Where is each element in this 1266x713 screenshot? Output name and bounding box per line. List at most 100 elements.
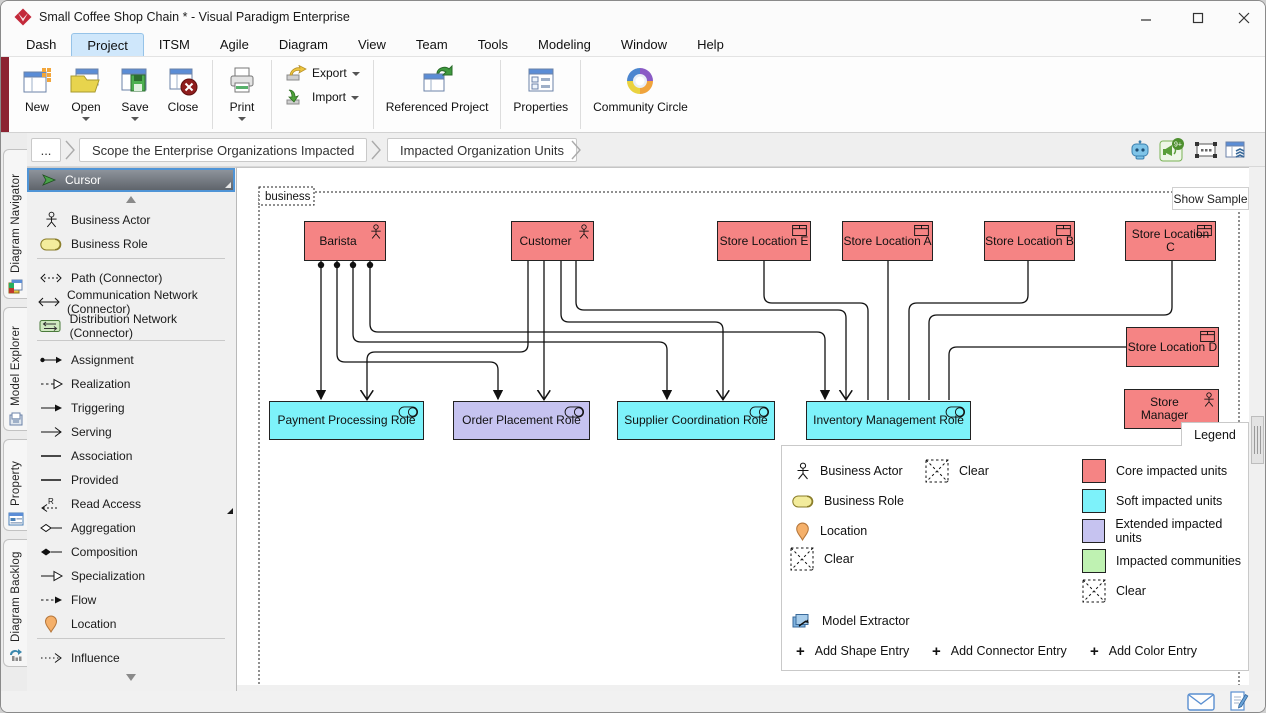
connector-customer-supplier[interactable] <box>561 261 723 399</box>
menu-diagram[interactable]: Diagram <box>264 33 343 56</box>
legend-impacted-communities[interactable]: Impacted communities <box>1082 546 1241 576</box>
close-window-button[interactable] <box>1227 7 1261 29</box>
legend-soft-impacted[interactable]: Soft impacted units <box>1082 486 1222 516</box>
tab-property[interactable]: Property <box>3 439 27 531</box>
maximize-button[interactable] <box>1181 7 1215 29</box>
node-store-location-e[interactable]: Store Location E <box>717 221 811 261</box>
legend-title-tab[interactable]: Legend <box>1181 422 1249 446</box>
palette-location[interactable]: Location <box>27 612 235 636</box>
palette-flow[interactable]: Flow <box>27 588 235 612</box>
layers-panel-button[interactable] <box>1223 138 1249 162</box>
palette-distribution-network[interactable]: Distribution Network (Connector) <box>27 314 235 338</box>
tab-diagram-backlog[interactable]: Diagram Backlog <box>3 539 27 667</box>
connector-storeE-inventory[interactable] <box>764 261 868 400</box>
diagram-canvas[interactable]: business <box>237 167 1249 685</box>
node-store-location-b[interactable]: Store Location B <box>984 221 1075 261</box>
breadcrumb-item-impacted[interactable]: Impacted Organization Units <box>387 138 577 162</box>
menu-help[interactable]: Help <box>682 33 739 56</box>
export-button[interactable]: Export <box>285 65 360 81</box>
export-dropdown-caret-icon[interactable] <box>352 72 360 76</box>
save-button[interactable]: Save <box>111 57 159 132</box>
palette-scroll-down[interactable] <box>27 674 235 681</box>
legend-business-role[interactable]: Business Role <box>792 486 904 516</box>
palette-business-actor[interactable]: Business Actor <box>27 208 235 232</box>
palette-assignment[interactable]: Assignment <box>27 348 235 372</box>
palette-aggregation[interactable]: Aggregation <box>27 516 235 540</box>
connector-barista-order[interactable] <box>337 261 498 399</box>
menu-view[interactable]: View <box>343 33 401 56</box>
open-button[interactable]: Open <box>61 57 111 132</box>
menu-itsm[interactable]: ITSM <box>144 33 205 56</box>
palette-path-connector[interactable]: Path (Connector) <box>27 266 235 290</box>
canvas-vertical-scrollbar[interactable] <box>1251 416 1264 464</box>
palette-influence[interactable]: Influence <box>27 646 235 670</box>
legend-business-actor[interactable]: Business Actor <box>796 456 903 486</box>
print-dropdown-caret-icon[interactable] <box>238 117 246 121</box>
node-payment-processing-role[interactable]: Payment Processing Role <box>269 401 424 440</box>
breadcrumb-item-scope[interactable]: Scope the Enterprise Organizations Impac… <box>79 138 367 162</box>
save-dropdown-caret-icon[interactable] <box>131 117 139 121</box>
legend-color-clear[interactable]: Clear <box>1082 576 1146 606</box>
connector-barista-supplier[interactable] <box>353 261 667 399</box>
show-sample-button[interactable]: Show Sample <box>1172 187 1249 210</box>
node-barista[interactable]: Barista <box>304 221 386 261</box>
legend-extended-impacted[interactable]: Extended impacted units <box>1082 516 1248 546</box>
legend-connector-clear[interactable]: Clear <box>925 456 989 486</box>
connector-barista-inventory[interactable] <box>370 261 825 399</box>
connector-customer-payment[interactable] <box>367 261 528 399</box>
minimize-button[interactable] <box>1129 7 1163 29</box>
legend-location[interactable]: Location <box>795 516 867 546</box>
add-connector-entry-button[interactable]: + Add Connector Entry <box>932 636 1067 666</box>
open-dropdown-caret-icon[interactable] <box>82 117 90 121</box>
menu-window[interactable]: Window <box>606 33 682 56</box>
connector-customer-inventory[interactable] <box>576 261 846 399</box>
menu-agile[interactable]: Agile <box>205 33 264 56</box>
node-inventory-management-role[interactable]: Inventory Management Role <box>806 401 971 440</box>
add-color-entry-button[interactable]: + Add Color Entry <box>1090 636 1197 666</box>
community-circle-button[interactable]: Community Circle <box>586 57 695 132</box>
message-button[interactable] <box>1187 693 1215 713</box>
palette-composition[interactable]: Composition <box>27 540 235 564</box>
palette-association[interactable]: Association <box>27 444 235 468</box>
connector-storeB-inventory[interactable] <box>909 261 1028 400</box>
palette-cursor-tool[interactable]: Cursor <box>27 168 235 192</box>
connector-storeD-inventory[interactable] <box>949 347 1126 400</box>
close-button[interactable]: Close <box>159 57 207 132</box>
assistant-bot-button[interactable] <box>1127 138 1153 162</box>
edit-notes-button[interactable] <box>1229 691 1249 713</box>
announcements-button[interactable]: 9+ <box>1159 138 1185 162</box>
menu-team[interactable]: Team <box>401 33 463 56</box>
palette-specialization[interactable]: Specialization <box>27 564 235 588</box>
palette-communication-network[interactable]: Communication Network (Connector) <box>27 290 235 314</box>
referenced-project-button[interactable]: Referenced Project <box>379 57 496 132</box>
print-button[interactable]: Print <box>218 57 266 132</box>
node-supplier-coordination-role[interactable]: Supplier Coordination Role <box>617 401 775 440</box>
new-button[interactable]: New <box>13 57 61 132</box>
import-button[interactable]: Import <box>285 89 360 105</box>
node-store-location-d[interactable]: Store Location D <box>1126 327 1219 367</box>
node-order-placement-role[interactable]: Order Placement Role <box>453 401 590 440</box>
palette-realization[interactable]: Realization <box>27 372 235 396</box>
tab-model-explorer[interactable]: Model Explorer <box>3 307 27 431</box>
menu-dash[interactable]: Dash <box>11 33 71 56</box>
legend-model-extractor[interactable]: Model Extractor <box>792 606 910 636</box>
node-store-location-c[interactable]: Store Location C <box>1125 221 1216 261</box>
breadcrumb-root[interactable]: ... <box>31 138 61 162</box>
palette-triggering[interactable]: Triggering <box>27 396 235 420</box>
fit-selection-button[interactable] <box>1193 138 1219 162</box>
menu-project[interactable]: Project <box>71 33 143 56</box>
palette-business-role[interactable]: Business Role <box>27 232 235 256</box>
tab-diagram-navigator[interactable]: Diagram Navigator <box>3 149 27 299</box>
palette-serving[interactable]: Serving <box>27 420 235 444</box>
import-dropdown-caret-icon[interactable] <box>351 96 359 100</box>
properties-button[interactable]: Properties <box>506 57 575 132</box>
legend-core-impacted[interactable]: Core impacted units <box>1082 456 1227 486</box>
node-customer[interactable]: Customer <box>511 221 594 261</box>
palette-scroll-up[interactable] <box>27 196 235 203</box>
legend-shape-clear[interactable]: Clear <box>790 544 854 574</box>
add-shape-entry-button[interactable]: + Add Shape Entry <box>796 636 909 666</box>
node-store-location-a[interactable]: Store Location A <box>842 221 933 261</box>
menu-tools[interactable]: Tools <box>463 33 523 56</box>
palette-provided[interactable]: Provided <box>27 468 235 492</box>
menu-modeling[interactable]: Modeling <box>523 33 606 56</box>
